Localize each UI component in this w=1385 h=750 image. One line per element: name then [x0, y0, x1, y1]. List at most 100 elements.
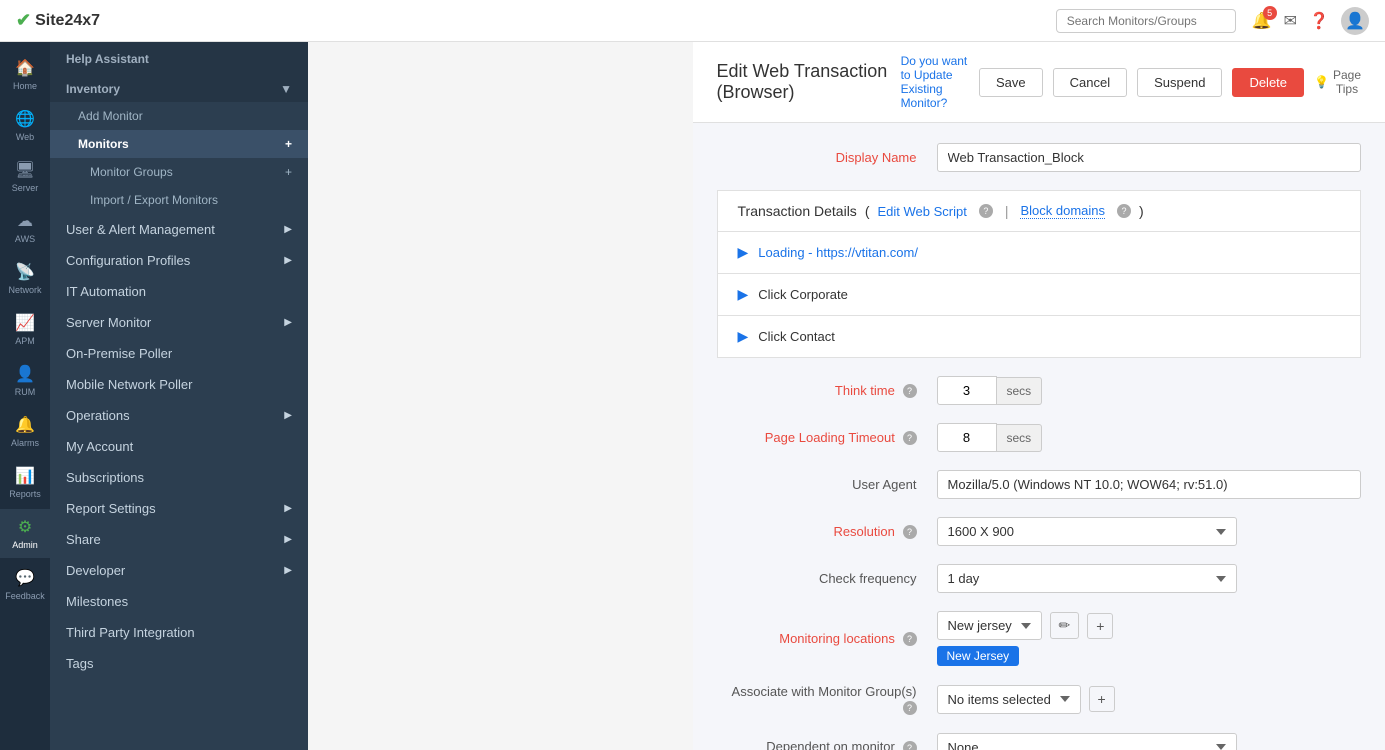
sidebar-config-profiles[interactable]: Configuration Profiles ▶ — [50, 245, 308, 276]
server-monitor-label: Server Monitor — [66, 315, 151, 330]
user-agent-input[interactable] — [937, 470, 1362, 499]
sidebar-nav-server[interactable]: 🖥 Server — [0, 152, 50, 201]
avatar[interactable]: 👤 — [1341, 7, 1369, 35]
nav-home-label: Home — [13, 81, 37, 91]
user-alert-arrow: ▶ — [284, 224, 292, 235]
sidebar-inventory-header[interactable]: Inventory ▼ — [50, 72, 308, 102]
sidebar-help-assistant[interactable]: Help Assistant — [50, 42, 308, 72]
block-domains-info-icon[interactable]: ? — [1117, 204, 1131, 218]
sidebar-share[interactable]: Share ▶ — [50, 524, 308, 555]
update-existing-link[interactable]: Do you want to Update Existing Monitor? — [901, 54, 969, 110]
dependent-monitor-info-icon[interactable]: ? — [903, 741, 917, 750]
rum-icon: 👤 — [15, 364, 35, 384]
edit-web-script-link[interactable]: Edit Web Script — [877, 204, 966, 219]
sidebar-server-monitor[interactable]: Server Monitor ▶ — [50, 307, 308, 338]
add-monitor-group-button[interactable]: + — [1089, 686, 1115, 712]
think-time-info-icon[interactable]: ? — [903, 384, 917, 398]
display-name-input[interactable] — [937, 143, 1362, 172]
sidebar-nav-apm[interactable]: 📈 APM — [0, 305, 50, 354]
sidebar-nav-feedback[interactable]: 💬 Feedback — [0, 560, 50, 609]
sidebar-third-party[interactable]: Third Party Integration — [50, 617, 308, 648]
cancel-button[interactable]: Cancel — [1053, 68, 1127, 97]
sidebar-nav-network[interactable]: 📡 Network — [0, 254, 50, 303]
sidebar-nav-admin[interactable]: ⚙ Admin — [0, 509, 50, 558]
step-1-label: Loading - https://vtitan.com/ — [758, 245, 918, 260]
sidebar-subscriptions[interactable]: Subscriptions — [50, 462, 308, 493]
separator: | — [1005, 203, 1009, 219]
location-row: New jersey California New York ✏ + — [937, 611, 1114, 640]
nav-web-label: Web — [16, 132, 34, 142]
it-automation-label: IT Automation — [66, 284, 146, 299]
logo[interactable]: ✔ Site24x7 — [16, 10, 100, 31]
logo-text: Site24x7 — [35, 12, 100, 30]
notifications-icon[interactable]: 🔔 5 — [1252, 11, 1272, 31]
page-loading-timeout-input-group: secs — [937, 423, 1043, 452]
alarms-icon: 🔔 — [15, 415, 35, 435]
sidebar-it-automation[interactable]: IT Automation — [50, 276, 308, 307]
step-1-arrow-icon: ▶ — [738, 244, 749, 261]
sidebar-add-monitor[interactable]: Add Monitor — [50, 102, 308, 130]
home-icon: 🏠 — [15, 58, 35, 78]
transaction-details-label: Transaction Details — [738, 203, 857, 219]
dependent-monitor-select[interactable]: None — [937, 733, 1237, 750]
display-name-label: Display Name — [717, 150, 937, 165]
help-icon[interactable]: ❓ — [1309, 11, 1329, 31]
sidebar-my-account[interactable]: My Account — [50, 431, 308, 462]
block-domains-link[interactable]: Block domains — [1020, 203, 1105, 219]
sidebar-developer[interactable]: Developer ▶ — [50, 555, 308, 586]
step-row-3[interactable]: ▶ Click Contact — [717, 316, 1362, 358]
add-location-button[interactable]: + — [1087, 613, 1113, 639]
search-input[interactable] — [1056, 9, 1236, 33]
nav-admin-label: Admin — [12, 540, 38, 550]
delete-button[interactable]: Delete — [1232, 68, 1304, 97]
save-button[interactable]: Save — [979, 68, 1043, 97]
sidebar-nav-home[interactable]: 🏠 Home — [0, 50, 50, 99]
sidebar-nav-aws[interactable]: ☁ AWS — [0, 203, 50, 252]
sidebar-import-export[interactable]: Import / Export Monitors — [50, 186, 308, 214]
resolution-select[interactable]: 1600 X 900 800 X 600 1024 X 768 1280 X 1… — [937, 517, 1237, 546]
step-row-1[interactable]: ▶ Loading - https://vtitan.com/ — [717, 232, 1362, 274]
messages-icon[interactable]: ✉ — [1284, 11, 1297, 31]
sidebar-operations[interactable]: Operations ▶ — [50, 400, 308, 431]
on-premise-label: On-Premise Poller — [66, 346, 172, 361]
sidebar-tags[interactable]: Tags — [50, 648, 308, 679]
sidebar-milestones[interactable]: Milestones — [50, 586, 308, 617]
resolution-info-icon[interactable]: ? — [903, 525, 917, 539]
step-3-arrow-icon: ▶ — [738, 328, 749, 345]
sidebar-nav-reports[interactable]: 📊 Reports — [0, 458, 50, 507]
sidebar-report-settings[interactable]: Report Settings ▶ — [50, 493, 308, 524]
sidebar-monitors[interactable]: Monitors + — [50, 130, 308, 158]
page-loading-timeout-info-icon[interactable]: ? — [903, 431, 917, 445]
page-loading-timeout-input[interactable] — [937, 423, 997, 452]
edit-web-script-info-icon[interactable]: ? — [979, 204, 993, 218]
associate-monitor-select[interactable]: No items selected — [937, 685, 1081, 714]
form-content: Display Name Transaction Details ( Edit … — [693, 123, 1385, 750]
sidebar-nav-rum[interactable]: 👤 RUM — [0, 356, 50, 405]
page-header-actions: Do you want to Update Existing Monitor? … — [901, 54, 1361, 110]
page-tips-label: Page Tips — [1333, 68, 1361, 96]
nav-alarms-label: Alarms — [11, 438, 39, 448]
apm-icon: 📈 — [15, 313, 35, 333]
sidebar-monitor-groups[interactable]: Monitor Groups + — [50, 158, 308, 186]
think-time-input[interactable] — [937, 376, 997, 405]
sidebar-nav-web[interactable]: 🌐 Web — [0, 101, 50, 150]
sidebar-nav-alarms[interactable]: 🔔 Alarms — [0, 407, 50, 456]
sidebar-user-alert[interactable]: User & Alert Management ▶ — [50, 214, 308, 245]
check-frequency-select[interactable]: 1 day 1 min 5 mins 10 mins 15 mins 30 mi… — [937, 564, 1237, 593]
sidebar-mobile-network[interactable]: Mobile Network Poller — [50, 369, 308, 400]
server-icon: 🖥 — [15, 160, 35, 180]
step-row-2[interactable]: ▶ Click Corporate — [717, 274, 1362, 316]
monitoring-locations-info-icon[interactable]: ? — [903, 632, 917, 646]
topbar-right: 🔔 5 ✉ ❓ 👤 — [1056, 7, 1369, 35]
check-frequency-label: Check frequency — [717, 571, 937, 586]
associate-monitor-info-icon[interactable]: ? — [903, 701, 917, 715]
server-monitor-arrow: ▶ — [284, 317, 292, 328]
edit-location-button[interactable]: ✏ — [1050, 612, 1080, 639]
monitoring-locations-select[interactable]: New jersey California New York — [937, 611, 1042, 640]
page-tips-button[interactable]: 💡 Page Tips — [1314, 68, 1361, 96]
mobile-network-label: Mobile Network Poller — [66, 377, 192, 392]
page-header: Edit Web Transaction (Browser) Do you wa… — [693, 42, 1385, 123]
sidebar-on-premise[interactable]: On-Premise Poller — [50, 338, 308, 369]
subscriptions-label: Subscriptions — [66, 470, 144, 485]
suspend-button[interactable]: Suspend — [1137, 68, 1222, 97]
